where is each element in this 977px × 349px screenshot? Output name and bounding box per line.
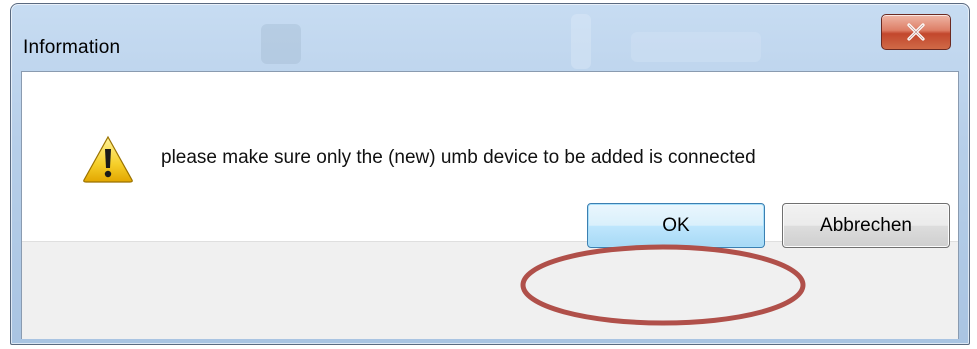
cancel-button-label: Abbrechen [820,214,912,236]
button-bar [22,241,958,339]
dialog-window: Information please make sure only the (n… [10,3,970,345]
cancel-button[interactable]: Abbrechen [782,203,950,248]
close-icon [907,23,925,41]
warning-icon [83,135,133,183]
ok-button-label: OK [662,214,690,236]
window-title: Information [23,37,121,58]
message-text: please make sure only the (new) umb devi… [161,147,756,168]
close-button[interactable] [881,14,951,50]
ok-button[interactable]: OK [587,203,765,248]
